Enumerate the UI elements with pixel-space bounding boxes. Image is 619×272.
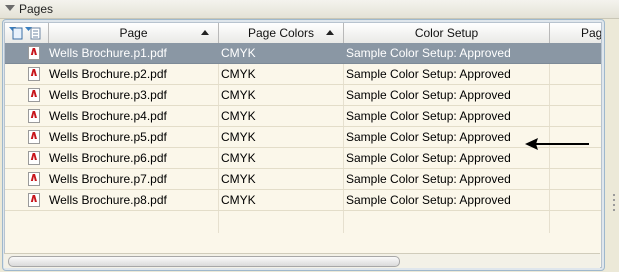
cell-color-setup: Sample Color Setup: Approved [346,130,511,144]
table-header: Page Page Colors Color Setup Pag [5,23,602,44]
sort-ascending-icon [201,30,209,35]
table-row[interactable]: ∧ Wells Brochure.p5.pdf CMYK Sample Color S… [5,127,601,148]
cell-page-colors: CMYK [221,67,256,81]
cell-page-name: Wells Brochure.p2.pdf [49,67,167,81]
cell-page-name: Wells Brochure.p1.pdf [49,46,167,60]
pdf-file-icon: ∧ [28,170,40,186]
pdf-file-icon: ∧ [28,128,40,144]
horizontal-scrollbar[interactable] [4,253,600,268]
column-chooser-icon[interactable] [7,24,49,42]
pages-panel-header[interactable]: Pages [0,0,619,19]
collapse-triangle-icon[interactable] [5,5,15,11]
cell-color-setup: Sample Color Setup: Approved [346,151,511,165]
cell-page-colors: CMYK [221,109,256,123]
sort-ascending-icon [326,30,334,35]
pdf-file-icon: ∧ [28,44,40,60]
column-header-page-extra[interactable]: Pag [550,23,602,43]
cell-page-name: Wells Brochure.p8.pdf [49,193,167,207]
pages-table: Page Page Colors Color Setup Pag ∧ Wells … [4,22,602,268]
cell-color-setup: Sample Color Setup: Approved [346,193,511,207]
left-arrow-annotation [525,138,589,150]
pdf-file-icon: ∧ [28,107,40,123]
table-row[interactable]: ∧ Wells Brochure.p3.pdf CMYK Sample Color S… [5,85,601,106]
column-header-label: Color Setup [414,26,479,40]
column-header-page[interactable]: Page [49,23,219,43]
cell-page-colors: CMYK [221,151,256,165]
table-row[interactable]: ∧ Wells Brochure.p7.pdf CMYK Sample Color S… [5,169,601,190]
cell-page-colors: CMYK [221,130,256,144]
table-row[interactable]: ∧ Wells Brochure.p2.pdf CMYK Sample Color S… [5,64,601,85]
cell-page-name: Wells Brochure.p4.pdf [49,109,167,123]
cell-page-colors: CMYK [221,193,256,207]
table-row[interactable]: ∧ Wells Brochure.p1.pdf CMYK Sample Color S… [5,43,601,64]
scrollbar-thumb[interactable] [8,256,400,267]
cell-page-colors: CMYK [221,46,256,60]
pdf-file-icon: ∧ [28,65,40,81]
table-row[interactable]: ∧ Wells Brochure.p6.pdf CMYK Sample Color S… [5,148,601,169]
cell-page-colors: CMYK [221,172,256,186]
cell-page-name: Wells Brochure.p6.pdf [49,151,167,165]
panel-title: Pages [19,2,54,16]
table-row[interactable]: ∧ Wells Brochure.p8.pdf CMYK Sample Color S… [5,190,601,211]
panel-splitter-handle[interactable] [611,190,617,220]
column-chooser-header[interactable] [5,23,49,43]
pdf-file-icon: ∧ [28,149,40,165]
column-header-label: Page Colors [247,26,315,40]
column-header-page-colors[interactable]: Page Colors [219,23,344,43]
column-header-label: Page [119,26,148,40]
cell-page-name: Wells Brochure.p3.pdf [49,88,167,102]
cell-color-setup: Sample Color Setup: Approved [346,109,511,123]
cell-color-setup: Sample Color Setup: Approved [346,46,511,60]
cell-page-name: Wells Brochure.p7.pdf [49,172,167,186]
cell-color-setup: Sample Color Setup: Approved [346,172,511,186]
pdf-file-icon: ∧ [28,86,40,102]
cell-page-name: Wells Brochure.p5.pdf [49,130,167,144]
cell-color-setup: Sample Color Setup: Approved [346,67,511,81]
cell-color-setup: Sample Color Setup: Approved [346,88,511,102]
column-header-label: Pag [581,26,602,40]
table-row[interactable]: ∧ Wells Brochure.p4.pdf CMYK Sample Color S… [5,106,601,127]
column-header-color-setup[interactable]: Color Setup [344,23,550,43]
cell-page-colors: CMYK [221,88,256,102]
pdf-file-icon: ∧ [28,191,40,207]
